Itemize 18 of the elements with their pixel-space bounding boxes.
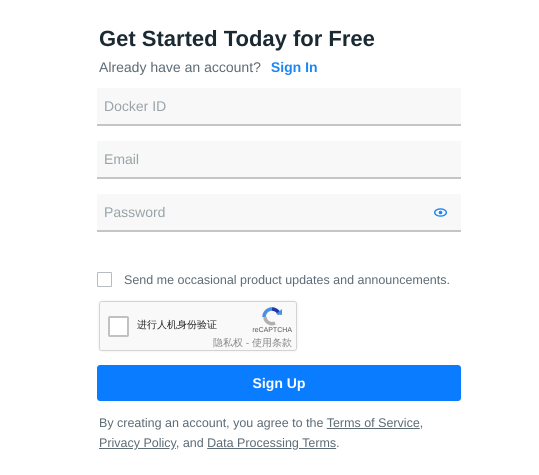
password-field[interactable]: Password	[97, 194, 461, 232]
eye-icon[interactable]	[434, 208, 447, 217]
captcha-checkbox[interactable]	[108, 316, 129, 336]
captcha-label: 进行人机身份验证	[137, 318, 218, 332]
sign-in-link[interactable]: Sign In	[270, 59, 318, 75]
terms-link[interactable]: Terms of Service	[326, 416, 420, 430]
legal-notice: By creating an account, you agree to the Terms of Service, Privacy Policy, and Data Processing Terms.	[99, 415, 424, 452]
captcha-terms-links[interactable]: 隐私权 - 使用条款	[213, 338, 292, 349]
account-prompt: Already have an account?	[99, 59, 261, 75]
checkbox-label: Send me occasional product updates and announcements.	[124, 272, 450, 286]
checkbox[interactable]	[97, 272, 112, 287]
terms-link[interactable]: Privacy Policy	[99, 436, 176, 450]
input-field[interactable]: Docker ID	[97, 88, 461, 126]
sign-up-button[interactable]: Sign Up	[97, 365, 461, 401]
page-title: Get Started Today for Free	[99, 26, 376, 52]
recaptcha-logo-icon	[261, 306, 284, 326]
input-field[interactable]: Email	[97, 141, 461, 179]
terms-link[interactable]: Data Processing Terms	[207, 436, 336, 450]
